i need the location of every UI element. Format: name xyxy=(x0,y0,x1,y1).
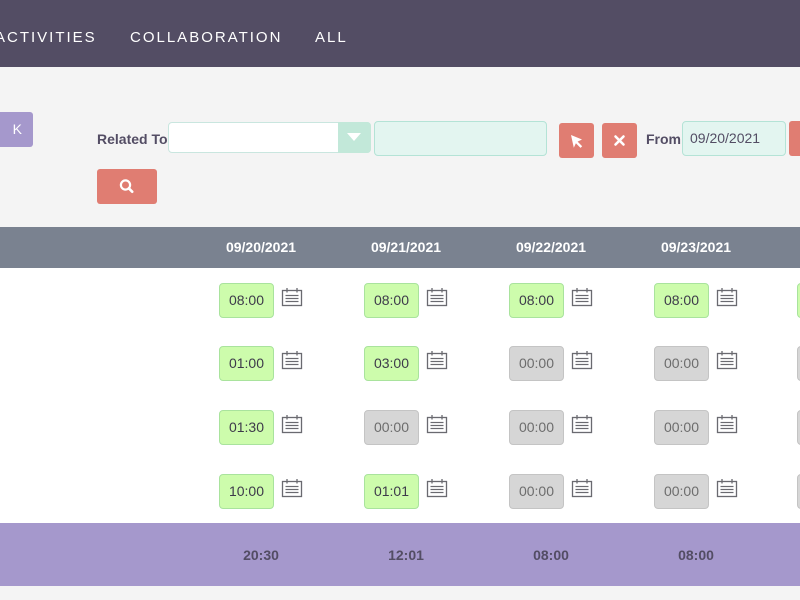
calendar-icon[interactable] xyxy=(281,287,303,307)
calendar-icon[interactable] xyxy=(281,478,303,498)
hours-cell[interactable]: 01:30 xyxy=(219,410,274,445)
chevron-down-icon[interactable] xyxy=(338,122,371,153)
hours-cell[interactable]: 01:00 xyxy=(219,346,274,381)
calendar-icon[interactable] xyxy=(426,414,448,434)
date-column-header: 09/20/2021 xyxy=(225,239,297,255)
related-to-label: Related To xyxy=(97,131,168,147)
hours-cell[interactable]: 00:00 xyxy=(509,346,564,381)
daily-total: 12:01 xyxy=(388,547,424,563)
from-label: From xyxy=(646,131,681,147)
calendar-icon[interactable] xyxy=(571,414,593,434)
hours-cell[interactable]: 08:00 xyxy=(364,283,419,318)
hours-cell[interactable]: 08:00 xyxy=(654,283,709,318)
hours-cell[interactable]: 01:01 xyxy=(364,474,419,509)
hours-cell[interactable]: 00:00 xyxy=(654,410,709,445)
totals-row: 20:30 12:01 08:00 08:00 xyxy=(0,523,800,586)
from-date-calendar-button[interactable] xyxy=(789,121,800,156)
hours-cell[interactable]: 00:00 xyxy=(364,410,419,445)
from-date-input[interactable]: 09/20/2021 xyxy=(682,121,786,156)
top-nav: ACTIVITIES COLLABORATION ALL xyxy=(0,0,800,67)
calendar-icon[interactable] xyxy=(571,478,593,498)
hours-cell[interactable]: 00:00 xyxy=(654,346,709,381)
date-column-header: 09/23/2021 xyxy=(660,239,732,255)
hours-cell[interactable]: 10:00 xyxy=(219,474,274,509)
date-column-header: 09/21/2021 xyxy=(370,239,442,255)
hours-cell[interactable]: 00:00 xyxy=(509,474,564,509)
cursor-arrow-icon xyxy=(571,135,583,148)
calendar-icon[interactable] xyxy=(426,350,448,370)
timesheet-header: 09/20/2021 09/21/2021 09/22/2021 09/23/2… xyxy=(0,227,800,268)
calendar-icon[interactable] xyxy=(426,478,448,498)
calendar-icon[interactable] xyxy=(716,287,738,307)
hours-cell[interactable]: 08:00 xyxy=(219,283,274,318)
calendar-icon[interactable] xyxy=(716,478,738,498)
clear-button[interactable] xyxy=(602,123,637,158)
calendar-icon[interactable] xyxy=(716,350,738,370)
calendar-icon[interactable] xyxy=(281,414,303,434)
calendar-icon[interactable] xyxy=(571,350,593,370)
hours-cell[interactable]: 00:00 xyxy=(509,410,564,445)
calendar-icon[interactable] xyxy=(426,287,448,307)
timesheet-body: 08:00 08:00 08:00 08:00 01:00 03:00 00:0… xyxy=(0,268,800,523)
hours-cell[interactable]: 03:00 xyxy=(364,346,419,381)
nav-tab-all[interactable]: ALL xyxy=(315,29,348,47)
nav-tab-activities[interactable]: ACTIVITIES xyxy=(0,29,97,47)
date-column-header: 09/22/2021 xyxy=(515,239,587,255)
search-button[interactable] xyxy=(97,169,157,204)
calendar-icon[interactable] xyxy=(571,287,593,307)
calendar-icon[interactable] xyxy=(716,414,738,434)
hours-cell[interactable]: 08:00 xyxy=(509,283,564,318)
back-button[interactable]: K xyxy=(0,112,33,147)
nav-tab-collaboration[interactable]: COLLABORATION xyxy=(130,29,282,47)
daily-total: 08:00 xyxy=(533,547,569,563)
search-icon xyxy=(119,179,134,193)
select-record-button[interactable] xyxy=(559,123,594,158)
related-to-select[interactable] xyxy=(168,122,371,153)
daily-total: 08:00 xyxy=(678,547,714,563)
calendar-icon[interactable] xyxy=(281,350,303,370)
related-to-input[interactable] xyxy=(374,121,547,156)
hours-cell[interactable]: 00:00 xyxy=(654,474,709,509)
close-icon xyxy=(614,135,625,146)
daily-total: 20:30 xyxy=(243,547,279,563)
